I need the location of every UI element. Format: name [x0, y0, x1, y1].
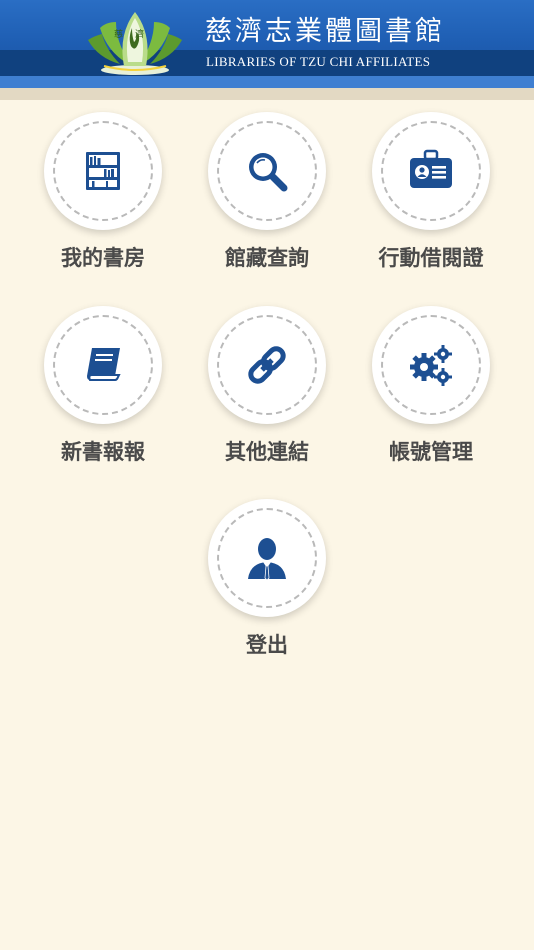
menu-circle[interactable] — [44, 306, 162, 424]
user-icon — [244, 535, 290, 581]
app-title: 慈濟志業體圖書館 — [205, 16, 445, 47]
menu-item-other-links[interactable]: 其他連結 — [185, 306, 349, 482]
app-header: 慈濟 慈濟志業體圖書館 LIBRARIES OF TZU CHI AFFILIA… — [0, 0, 534, 88]
book-icon — [80, 342, 126, 388]
menu-label: 帳號管理 — [389, 440, 473, 464]
menu-label: 館藏查詢 — [225, 246, 309, 270]
app-subtitle: LIBRARIES OF TZU CHI AFFILIATES — [206, 54, 431, 69]
tzu-chi-lotus-logo-icon: 慈濟 — [80, 10, 190, 76]
menu-circle[interactable] — [208, 306, 326, 424]
menu-item-catalog-search[interactable]: 館藏查詢 — [185, 112, 349, 288]
menu-circle[interactable] — [44, 112, 162, 230]
menu-label: 其他連結 — [225, 440, 309, 464]
logo-lettering: 慈濟 — [114, 28, 156, 40]
menu-item-logout[interactable]: 登出 — [185, 499, 349, 675]
menu-item-my-study[interactable]: 我的書房 — [21, 112, 185, 288]
menu-circle[interactable] — [208, 112, 326, 230]
menu-circle[interactable] — [208, 499, 326, 617]
menu-label: 行動借閱證 — [378, 246, 484, 270]
menu-circle[interactable] — [372, 306, 490, 424]
menu-label: 新書報報 — [61, 440, 145, 464]
id-card-icon — [408, 148, 454, 194]
link-icon — [244, 342, 290, 388]
gears-icon — [408, 342, 454, 388]
header-shadow-strip — [0, 88, 534, 100]
magnifier-icon — [244, 148, 290, 194]
menu-label: 我的書房 — [61, 246, 145, 270]
menu-circle[interactable] — [372, 112, 490, 230]
header-bottom-band — [0, 76, 534, 88]
menu-label: 登出 — [246, 633, 288, 657]
menu-item-new-books[interactable]: 新書報報 — [21, 306, 185, 482]
menu-item-mobile-card[interactable]: 行動借閱證 — [349, 112, 513, 288]
bookshelf-icon — [80, 148, 126, 194]
menu-item-account[interactable]: 帳號管理 — [349, 306, 513, 482]
